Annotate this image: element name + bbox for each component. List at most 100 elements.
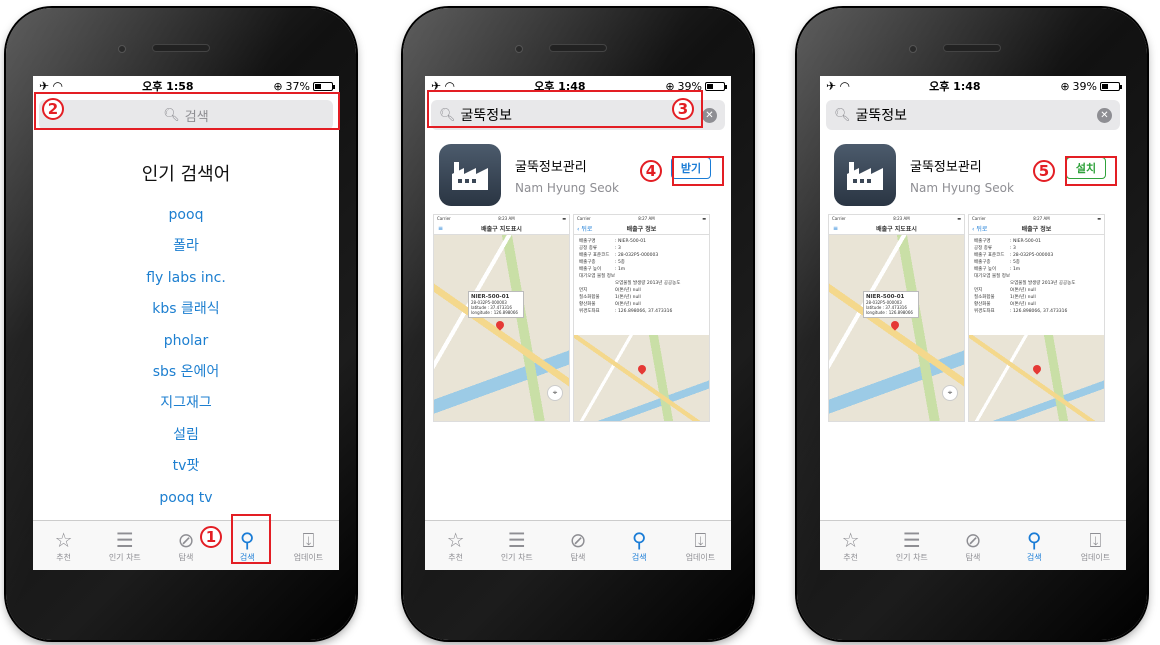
screen-2: ✈ ◠ 오후 1:48 ⊕ 39% 🔍︎ 굴뚝정보 ✕ 굴뚝정보관리 Nam H… xyxy=(425,76,731,570)
speaker xyxy=(152,44,210,52)
highlight-get-button xyxy=(672,156,724,186)
tutorial-figure: ✈ ◠ 오후 1:58 ⊕ 37% 🔍︎ 검색 인기 검색어 pooq 폴라 f… xyxy=(0,0,1160,645)
tab-label: 인기 차트 xyxy=(895,553,928,562)
speaker xyxy=(943,44,1001,52)
highlight-install-button xyxy=(1065,156,1117,186)
shot-nav: ≡ 배출구 지도표시 xyxy=(434,223,569,235)
download-icon: ⍗ xyxy=(694,528,707,552)
tab-search[interactable]: ⚲ 검색 xyxy=(1004,521,1065,570)
popular-item[interactable]: kbs 클래식 xyxy=(33,294,339,325)
tab-label: 추천 xyxy=(56,553,71,562)
tab-label: 인기 차트 xyxy=(500,553,533,562)
tab-top-charts[interactable]: ☰ 인기 차트 xyxy=(94,521,155,570)
compass-icon: ⊘ xyxy=(569,528,587,552)
app-info: 굴뚝정보관리 Nam Hyung Seok xyxy=(515,156,619,195)
status-right: ⊕ 37% xyxy=(273,79,335,93)
map-pin-icon xyxy=(1031,363,1043,375)
tab-featured[interactable]: ☆ 추천 xyxy=(820,521,881,570)
battery-icon xyxy=(1100,81,1122,91)
download-icon: ⍗ xyxy=(1089,528,1102,552)
list-icon: ☰ xyxy=(507,528,526,552)
status-left: ✈ ◠ xyxy=(39,79,62,93)
popular-item[interactable]: pooq tv xyxy=(33,483,339,514)
shot-nav: ≡ 배출구 지도표시 xyxy=(829,223,964,235)
popular-item[interactable]: 폴라 xyxy=(33,231,339,262)
tab-top-charts[interactable]: ☰ 인기 차트 xyxy=(881,521,942,570)
status-time: 오후 1:48 xyxy=(929,80,981,93)
popular-item[interactable]: 지그재그 xyxy=(33,388,339,419)
app-developer: Nam Hyung Seok xyxy=(515,180,619,195)
screenshot-detail: Carrier 8:27 AM ▬ ‹ 뒤로 배출구 정보 배출구명: NIER-50… xyxy=(573,214,710,422)
status-right: ⊕ 39% xyxy=(1060,79,1122,93)
tab-label: 업데이트 xyxy=(1080,553,1111,562)
popular-searches-title: 인기 검색어 xyxy=(141,164,231,185)
tab-updates[interactable]: ⍗ 업데이트 xyxy=(1065,521,1126,570)
wifi-icon: ◠ xyxy=(53,79,63,93)
map xyxy=(969,335,1104,421)
app-info: 굴뚝정보관리 Nam Hyung Seok xyxy=(910,156,1014,195)
tab-updates[interactable]: ⍗ 업데이트 xyxy=(670,521,731,570)
detail-table: 배출구명: NIER-500-01 공정 종류: 3 배출구 표준코드: 28-… xyxy=(579,239,681,314)
search-icon: ⚲ xyxy=(631,528,647,552)
shot-status: Carrier 8:27 AM ▬ xyxy=(577,216,706,221)
star-icon: ☆ xyxy=(841,528,860,552)
tab-label: 업데이트 xyxy=(293,553,324,562)
search-query: 굴뚝정보 xyxy=(855,108,908,124)
shot-nav: ‹ 뒤로 배출구 정보 xyxy=(574,223,709,235)
tab-label: 업데이트 xyxy=(685,553,716,562)
rotation-lock-icon: ⊕ xyxy=(273,79,283,93)
highlight-search-query xyxy=(427,90,703,128)
info-card: NIER-500-01 28-032P5-000003 latitude : 3… xyxy=(468,291,524,318)
locate-icon: ⌖ xyxy=(547,385,563,401)
search-field[interactable]: 🔍︎ 굴뚝정보 ✕ xyxy=(826,100,1120,130)
map-pin-icon xyxy=(889,319,901,331)
status-bar: ✈ ◠ 오후 1:48 ⊕ 39% xyxy=(820,76,1126,96)
airplane-icon: ✈ xyxy=(826,79,837,93)
popular-item[interactable]: pholar xyxy=(33,326,339,357)
detail-table: 배출구명: NIER-500-01 공정 종류: 3 배출구 표준코드: 28-… xyxy=(974,239,1076,314)
popular-item[interactable]: tv팟 xyxy=(33,451,339,482)
map-pin-icon xyxy=(636,363,648,375)
popular-item[interactable]: sbs 온에어 xyxy=(33,357,339,388)
app-screenshots: Carrier 8:23 AM ▬ ≡ 배출구 지도표시 NIER-500-01 28… xyxy=(820,214,1126,422)
camera xyxy=(515,45,523,53)
screen-3: ✈ ◠ 오후 1:48 ⊕ 39% 🔍︎ 굴뚝정보 ✕ 굴뚝정보관리 Nam H… xyxy=(820,76,1126,570)
star-icon: ☆ xyxy=(446,528,465,552)
battery-percent: 39% xyxy=(1072,79,1097,93)
phone-frame-3: ✈ ◠ 오후 1:48 ⊕ 39% 🔍︎ 굴뚝정보 ✕ 굴뚝정보관리 Nam H… xyxy=(797,8,1147,640)
tab-bar: ☆ 추천 ☰ 인기 차트 ⊘ 탐색 ⚲ 검색 ⍗ 업데이트 xyxy=(33,520,339,570)
popular-item[interactable]: fly labs inc. xyxy=(33,263,339,294)
battery-icon xyxy=(705,81,727,91)
app-screenshots: Carrier 8:23 AM ▬ ≡ 배출구 지도표시 NIER-500-01 28… xyxy=(425,214,731,422)
map: NIER-500-01 28-032P5-000003 latitude : 3… xyxy=(434,235,569,421)
highlight-search-tab xyxy=(231,514,271,564)
locate-icon: ⌖ xyxy=(942,385,958,401)
search-icon: ⚲ xyxy=(1026,528,1042,552)
popular-item[interactable]: 설림 xyxy=(33,420,339,451)
tab-explore[interactable]: ⊘ 탐색 xyxy=(942,521,1003,570)
step-number-4: 4 xyxy=(640,160,662,182)
tab-featured[interactable]: ☆ 추천 xyxy=(33,521,94,570)
tab-search[interactable]: ⚲ 검색 xyxy=(609,521,670,570)
star-icon: ☆ xyxy=(54,528,73,552)
tab-updates[interactable]: ⍗ 업데이트 xyxy=(278,521,339,570)
battery-icon xyxy=(313,81,335,91)
clear-icon[interactable]: ✕ xyxy=(1097,107,1112,123)
tab-top-charts[interactable]: ☰ 인기 차트 xyxy=(486,521,547,570)
tab-featured[interactable]: ☆ 추천 xyxy=(425,521,486,570)
map: NIER-500-01 28-032P5-000003 latitude : 3… xyxy=(829,235,964,421)
tab-label: 인기 차트 xyxy=(108,553,141,562)
app-name: 굴뚝정보관리 xyxy=(515,159,587,175)
app-icon xyxy=(439,144,501,206)
list-icon: ☰ xyxy=(902,528,921,552)
tab-bar: ☆ 추천 ☰ 인기 차트 ⊘ 탐색 ⚲ 검색 ⍗ 업데이트 xyxy=(820,520,1126,570)
step-number-1: 1 xyxy=(200,526,222,548)
list-icon: ☰ xyxy=(115,528,134,552)
clear-icon[interactable]: ✕ xyxy=(702,107,717,123)
tab-label: 검색 xyxy=(631,553,647,562)
map xyxy=(574,335,709,421)
tab-explore[interactable]: ⊘ 탐색 xyxy=(547,521,608,570)
popular-item[interactable]: pooq xyxy=(33,200,339,231)
app-name: 굴뚝정보관리 xyxy=(910,159,982,175)
screen-1: ✈ ◠ 오후 1:58 ⊕ 37% 🔍︎ 검색 인기 검색어 pooq 폴라 f… xyxy=(33,76,339,570)
